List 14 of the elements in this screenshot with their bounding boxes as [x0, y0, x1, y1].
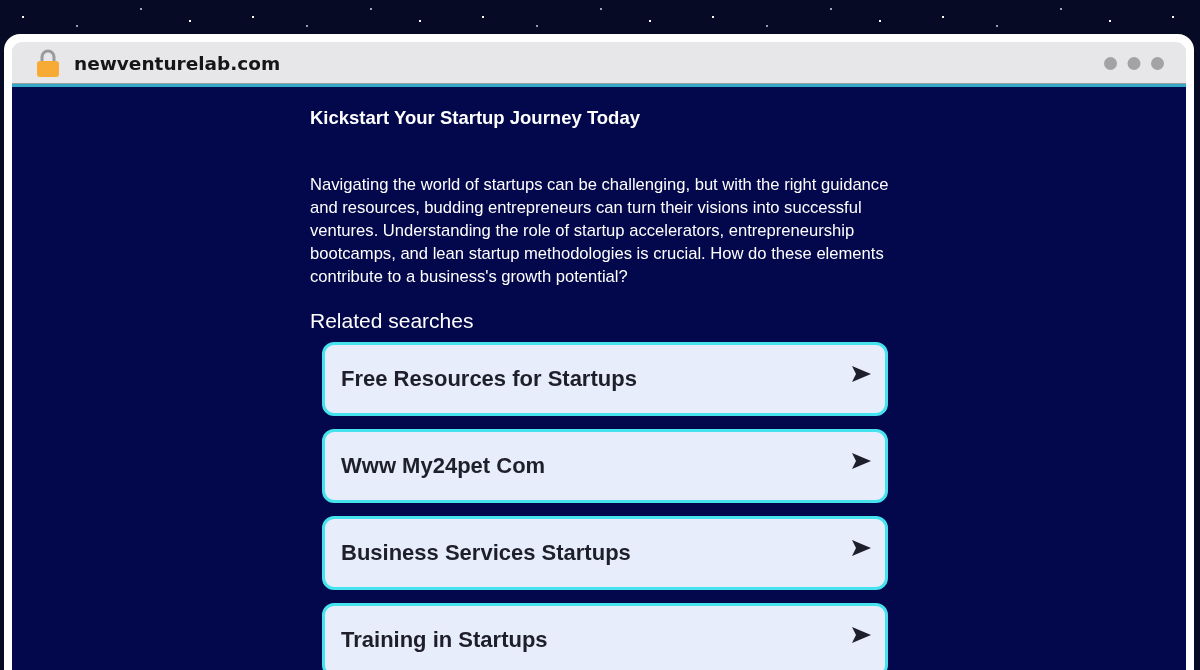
related-search-link[interactable]: Business Services Startups: [322, 516, 888, 590]
intro-paragraph: Navigating the world of startups can be challenging, but with the right guidance and resources, budding entrepreneurs can turn their visions into successful ventures. Understanding the role of startup accelerators, entrepreneurship bootcamps, and lean startup methodologies is crucial. How do these elements contribute to a business's growth potential?: [310, 174, 890, 288]
related-search-link[interactable]: Free Resources for Startups: [322, 342, 888, 416]
arrow-icon: [852, 627, 871, 643]
arrow-icon: [852, 453, 871, 469]
related-searches-heading: Related searches: [310, 308, 475, 334]
padlock-icon: [36, 49, 60, 77]
related-search-link[interactable]: Training in Startups: [322, 603, 888, 670]
arrow-icon: [852, 540, 871, 556]
url-text: newventurelab.com: [74, 52, 282, 74]
page-heading: Kickstart Your Startup Journey Today: [310, 107, 641, 129]
arrow-icon: [852, 366, 871, 382]
related-search-link[interactable]: Www My24pet Com: [322, 429, 888, 503]
three-dots-icon[interactable]: [1104, 56, 1164, 70]
